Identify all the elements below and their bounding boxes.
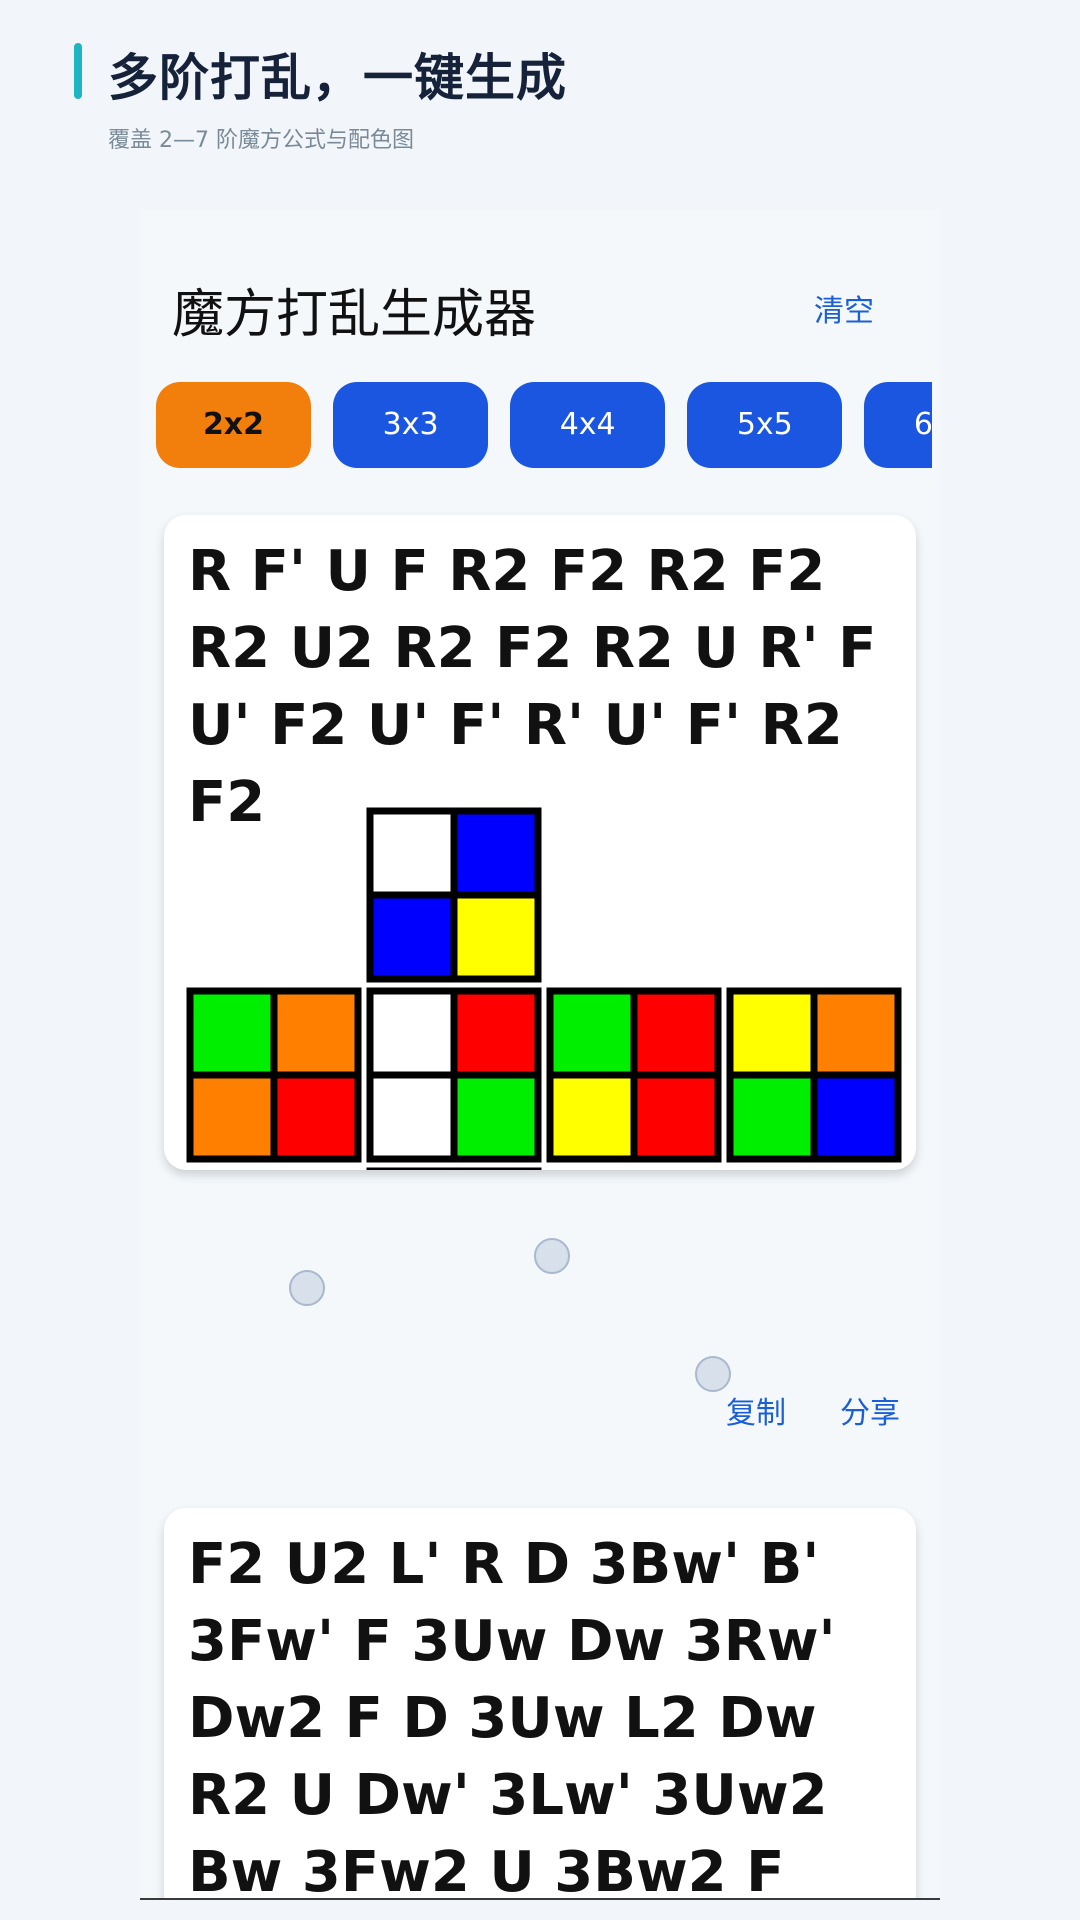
cube-face-U xyxy=(366,807,542,983)
panel-bottom-divider xyxy=(140,1898,940,1900)
sticker-white xyxy=(366,807,458,899)
title-accent-bar xyxy=(74,43,82,99)
page-title: 多阶打乱，一键生成 xyxy=(108,49,567,107)
tab-4x4[interactable]: 4x4 xyxy=(510,382,666,468)
sticker-blue xyxy=(810,1071,902,1163)
touch-indicator xyxy=(534,1238,570,1274)
app-title: 魔方打乱生成器 xyxy=(172,285,537,345)
sticker-red xyxy=(630,987,722,1079)
touch-indicator xyxy=(289,1270,325,1306)
cube-face-L xyxy=(186,987,362,1163)
cube-size-tabs: 2x2 3x3 4x4 5x5 6x6 xyxy=(156,382,932,472)
sticker-green xyxy=(726,1071,818,1163)
sticker-green xyxy=(546,987,638,1079)
sticker-white xyxy=(366,1071,458,1163)
scramble-card: R F' U F R2 F2 R2 F2 R2 U2 R2 F2 R2 U R'… xyxy=(164,515,916,1431)
sticker-orange xyxy=(186,1071,278,1163)
scramble-card: F2 U2 L' R D 3Bw' B' 3Fw' F 3Uw Dw 3Rw' … xyxy=(164,1508,916,1900)
clear-button[interactable]: 清空 xyxy=(814,286,874,330)
sticker-red xyxy=(630,1071,722,1163)
app-panel: 魔方打乱生成器 清空 2x2 3x3 4x4 5x5 6x6 R F' U F … xyxy=(140,210,940,1900)
tab-5x5[interactable]: 5x5 xyxy=(687,382,843,468)
sticker-orange xyxy=(270,987,362,1079)
sticker-blue xyxy=(366,891,458,983)
share-button[interactable]: 分享 xyxy=(840,1388,900,1432)
scramble-text: F2 U2 L' R D 3Bw' B' 3Fw' F 3Uw Dw 3Rw' … xyxy=(188,1532,836,1900)
cube-net-diagram xyxy=(186,807,902,1170)
sticker-red xyxy=(270,1071,362,1163)
page-subtitle: 覆盖 2—7 阶魔方公式与配色图 xyxy=(108,128,414,153)
touch-indicator xyxy=(695,1356,731,1392)
copy-button[interactable]: 复制 xyxy=(726,1388,786,1432)
sticker-yellow xyxy=(450,891,542,983)
sticker-yellow xyxy=(546,1071,638,1163)
tab-6x6[interactable]: 6x6 xyxy=(864,382,932,468)
sticker-yellow xyxy=(726,987,818,1079)
tab-3x3[interactable]: 3x3 xyxy=(333,382,489,468)
sticker-orange xyxy=(810,987,902,1079)
cube-face-F xyxy=(366,987,542,1163)
sticker-green xyxy=(450,1071,542,1163)
sticker-red xyxy=(450,987,542,1079)
cube-face-B xyxy=(726,987,902,1163)
sticker-green xyxy=(186,987,278,1079)
sticker-white xyxy=(366,987,458,1079)
sticker-blue xyxy=(450,807,542,899)
tab-2x2[interactable]: 2x2 xyxy=(156,382,311,468)
cube-face-R xyxy=(546,987,722,1163)
